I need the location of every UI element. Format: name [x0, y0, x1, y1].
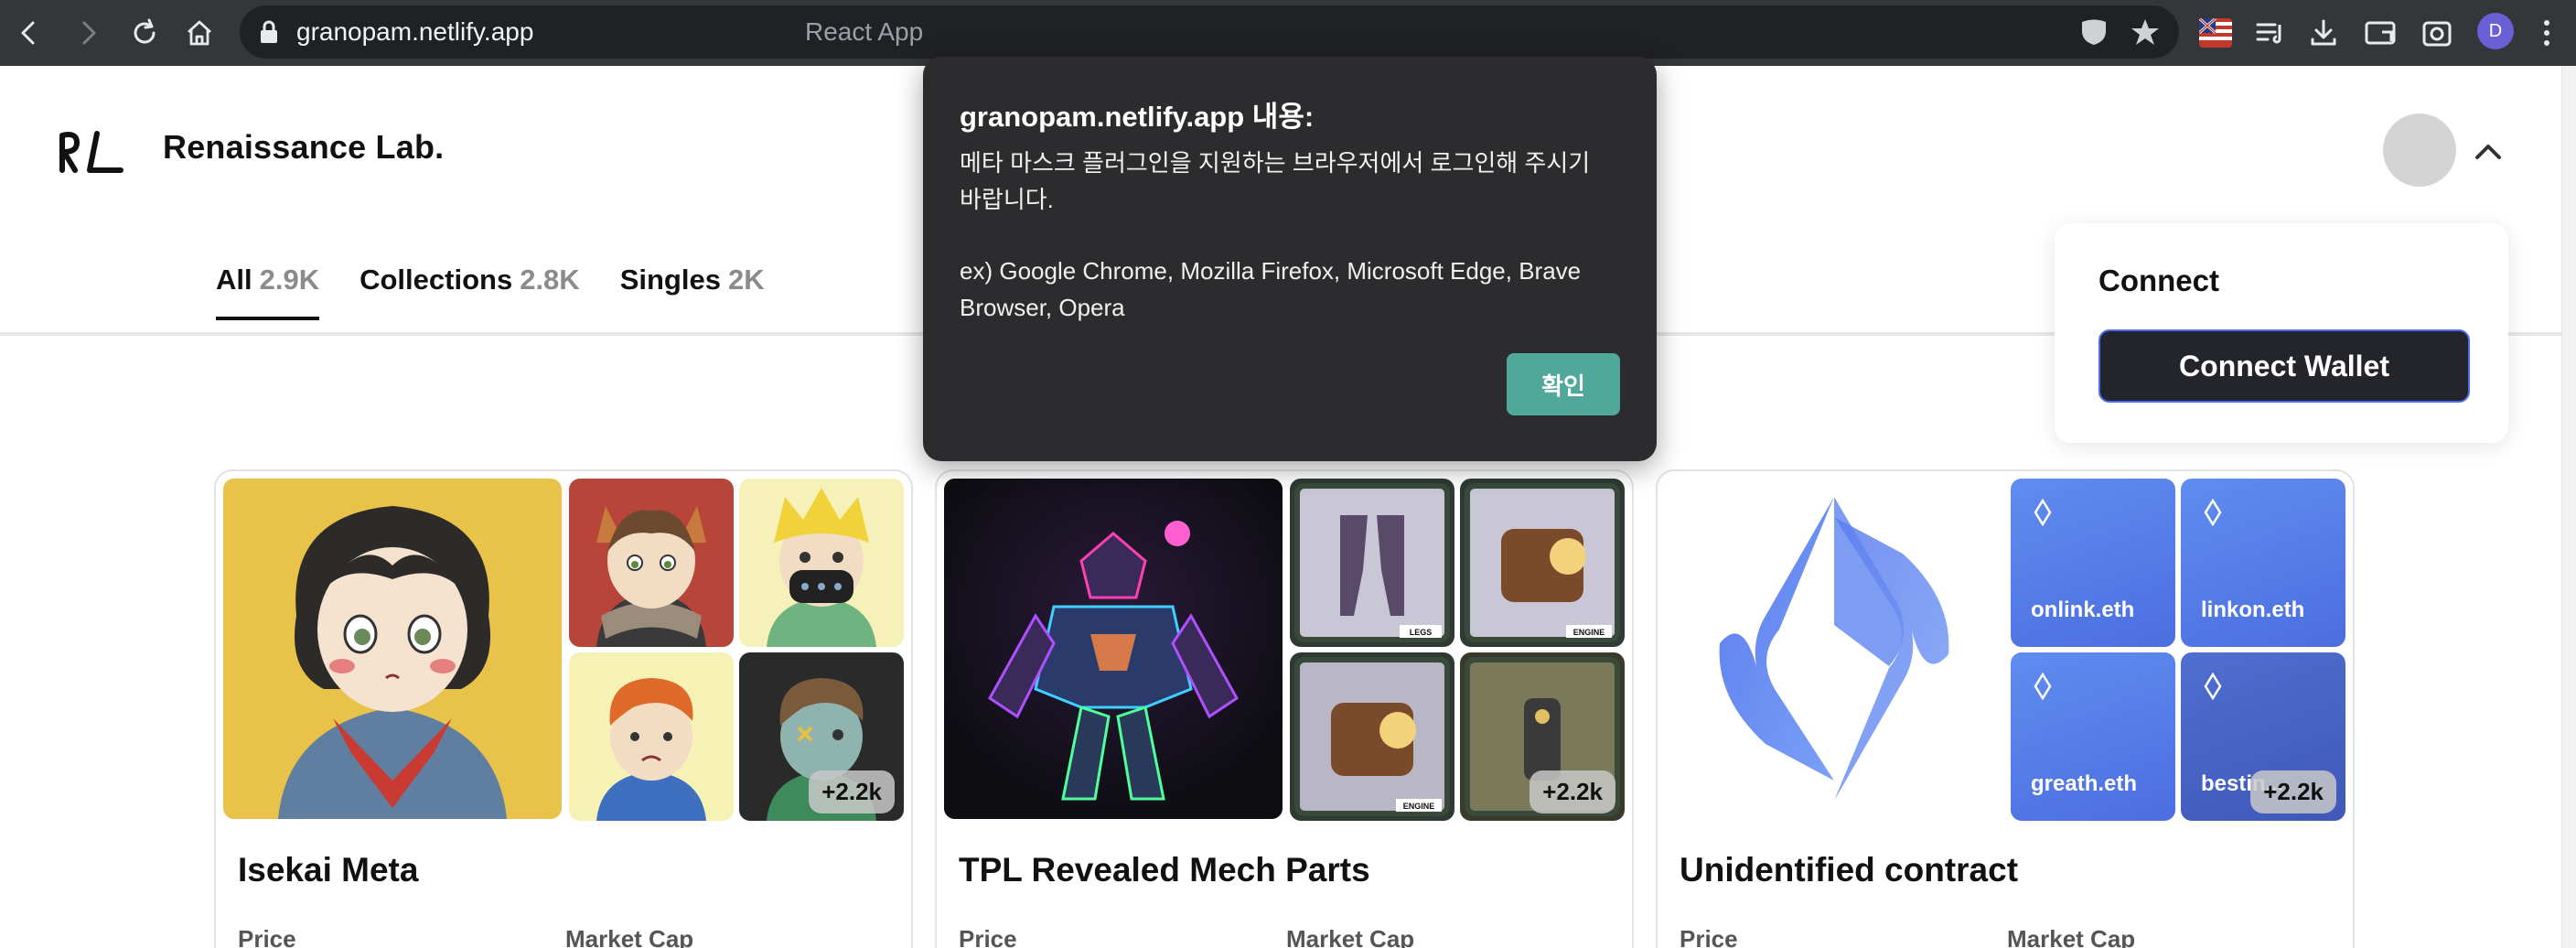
user-avatar[interactable] — [2383, 113, 2456, 187]
nft-thumbnail[interactable]: ENGINE — [1290, 652, 1454, 821]
chevron-up-icon[interactable] — [2470, 134, 2506, 170]
ens-mark-icon — [2034, 673, 2052, 700]
home-icon — [188, 20, 211, 46]
market-cap-label: Market Cap — [565, 925, 694, 948]
collection-card-unidentified[interactable]: onlink.eth linkon.eth greath.eth bestin.… — [1656, 469, 2355, 948]
market-cap-label: Market Cap — [2007, 925, 2136, 948]
reading-list-button[interactable] — [2249, 11, 2292, 55]
ens-logo-icon — [1719, 497, 1949, 801]
window-icon — [2365, 21, 2396, 45]
ens-name-card[interactable]: greath.eth — [2011, 652, 2175, 821]
fox-kid-illustration — [596, 506, 706, 647]
ens-mark-icon — [2204, 499, 2222, 526]
screenshot-button[interactable] — [2415, 11, 2459, 55]
profile-avatar[interactable]: D — [2477, 13, 2514, 49]
nft-thumbnail[interactable] — [739, 479, 904, 647]
collection-card-mech-parts[interactable]: LEGS ENGINE ENGINE +2.2k TPL Revealed Me… — [935, 469, 1634, 948]
tab-singles[interactable]: Singles 2K — [620, 264, 765, 320]
tab-count: 2.9K — [259, 264, 320, 296]
extension-flag-button[interactable] — [2194, 11, 2238, 55]
flag-extension-icon — [2199, 18, 2232, 48]
reload-icon — [134, 18, 156, 44]
downloads-button[interactable] — [2302, 11, 2345, 55]
nft-thumbnail[interactable] — [569, 652, 734, 821]
nft-thumbnail[interactable]: LEGS — [1290, 479, 1454, 647]
alert-examples: ex) Google Chrome, Mozilla Firefox, Micr… — [960, 257, 1582, 321]
ens-mark-icon — [2204, 673, 2222, 700]
ens-name-card[interactable]: onlink.eth — [2011, 479, 2175, 647]
tab-count: 2K — [727, 264, 765, 296]
collection-title[interactable]: Isekai Meta — [238, 851, 418, 889]
nft-thumbnail[interactable]: +2.2k — [1460, 652, 1625, 821]
alert-ok-button[interactable]: 확인 — [1507, 353, 1620, 415]
more-items-badge: +2.2k — [809, 770, 895, 813]
more-items-badge: +2.2k — [2250, 770, 2336, 813]
reload-button[interactable] — [121, 9, 168, 57]
price-label: Price — [238, 925, 296, 948]
collection-card-isekai[interactable]: +2.2k Isekai Meta Price Market Cap — [214, 469, 913, 948]
part-badge: LEGS — [1410, 628, 1433, 637]
brand-logo-icon[interactable] — [57, 130, 130, 174]
back-arrow-icon — [21, 21, 35, 45]
tab-count: 2.8K — [520, 264, 580, 296]
masked-kid-illustration — [767, 488, 876, 647]
bookmark-star-icon[interactable] — [2130, 16, 2161, 48]
nft-thumbnail[interactable]: +2.2k — [739, 652, 904, 821]
tab-label: All — [216, 264, 252, 296]
mech-robot-illustration — [944, 479, 1283, 819]
alert-message: 메타 마스크 플러그인을 지원하는 브라우저에서 로그인해 주시기 바랍니다. — [960, 149, 1591, 213]
cast-button[interactable] — [2358, 11, 2402, 55]
anime-girl-illustration — [278, 506, 507, 819]
page-title-hint: React App — [805, 17, 924, 46]
page-scrollbar[interactable] — [2561, 66, 2576, 948]
kebab-menu-icon — [2544, 20, 2549, 46]
mech-legs-card-illustration: LEGS — [1294, 483, 1450, 642]
nft-thumbnail-main[interactable] — [1665, 479, 2003, 819]
redhead-kid-illustration — [596, 678, 706, 821]
tab-label: Collections — [360, 264, 513, 296]
brand-name[interactable]: Renaissance Lab. — [163, 128, 444, 167]
forward-button[interactable] — [64, 9, 112, 57]
url-host: granopam.netlify.app — [296, 17, 534, 46]
connect-title: Connect — [2098, 264, 2219, 297]
connect-dropdown: Connect Connect Wallet — [2055, 223, 2508, 443]
collection-title[interactable]: TPL Revealed Mech Parts — [959, 851, 1370, 889]
tab-label: Singles — [619, 264, 721, 296]
shield-icon[interactable] — [2078, 16, 2109, 48]
camera-icon — [2422, 21, 2452, 47]
collection-title[interactable]: Unidentified contract — [1680, 851, 2018, 889]
connect-wallet-button[interactable]: Connect Wallet — [2098, 329, 2470, 403]
ens-name: greath.eth — [2031, 771, 2138, 796]
download-icon — [2311, 19, 2336, 46]
price-label: Price — [1680, 925, 1738, 948]
home-button[interactable] — [176, 9, 223, 57]
tab-collections[interactable]: Collections 2.8K — [360, 264, 580, 320]
part-badge: ENGINE — [1403, 802, 1435, 811]
ens-name: onlink.eth — [2031, 598, 2135, 622]
playlist-icon — [2256, 23, 2281, 44]
back-button[interactable] — [5, 9, 53, 57]
ens-name: linkon.eth — [2201, 598, 2305, 622]
filter-tabs: All 2.9K Collections 2.8K Singles 2K — [216, 264, 765, 320]
lock-icon — [261, 20, 277, 43]
ens-mark-icon — [2034, 499, 2052, 526]
ens-name-card[interactable]: bestin... +2.2k — [2181, 652, 2345, 821]
nft-thumbnail[interactable]: ENGINE — [1460, 479, 1625, 647]
forward-arrow-icon — [82, 21, 96, 45]
alert-title: granopam.netlify.app 내용: — [960, 101, 1315, 133]
tab-all[interactable]: All 2.9K — [216, 264, 320, 320]
browser-alert-dialog: granopam.netlify.app 내용: 메타 마스크 플러그인을 지원… — [923, 57, 1657, 461]
part-badge: ENGINE — [1573, 628, 1605, 637]
mech-engine-card-illustration: ENGINE — [1294, 657, 1450, 816]
browser-menu-button[interactable] — [2528, 11, 2565, 55]
price-label: Price — [959, 925, 1017, 948]
address-bar[interactable]: granopam.netlify.app React App — [240, 5, 2179, 59]
nft-thumbnail-main[interactable] — [223, 479, 562, 819]
market-cap-label: Market Cap — [1286, 925, 1415, 948]
ens-name-card[interactable]: linkon.eth — [2181, 479, 2345, 647]
nft-thumbnail-main[interactable] — [944, 479, 1283, 819]
nft-thumbnail[interactable] — [569, 479, 734, 647]
more-items-badge: +2.2k — [1530, 770, 1615, 813]
mech-engine-card-illustration: ENGINE — [1465, 483, 1620, 642]
